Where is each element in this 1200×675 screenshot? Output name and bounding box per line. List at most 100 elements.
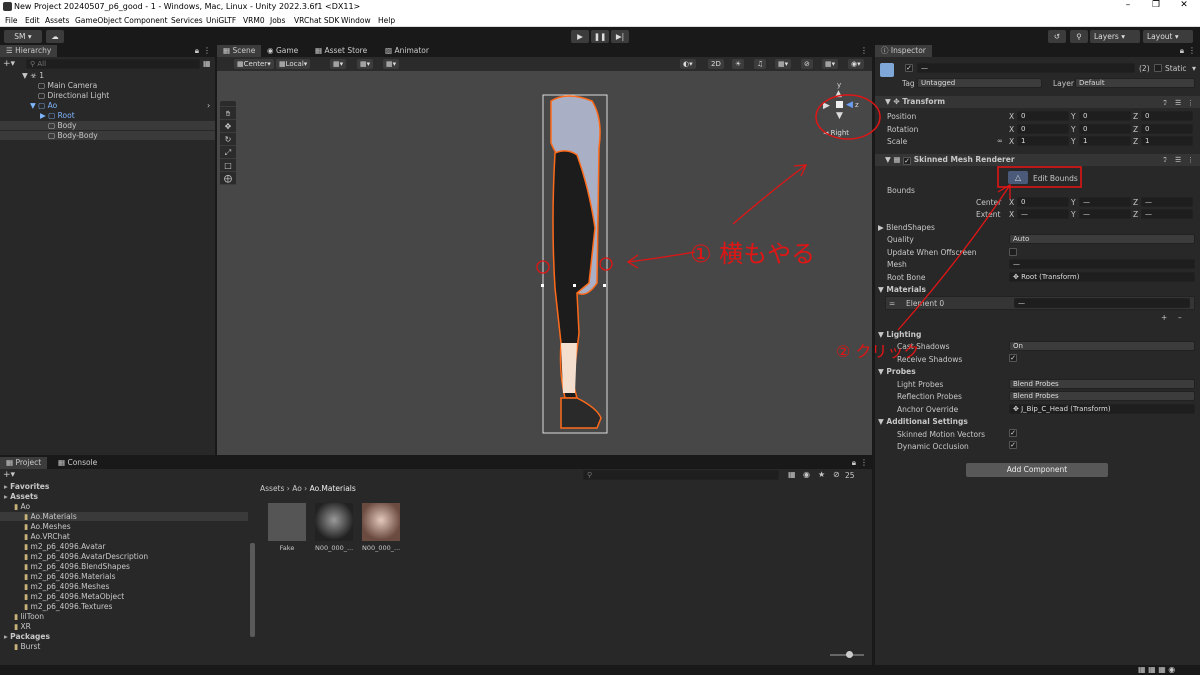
project-tree-item[interactable]: ▸ Favorites	[0, 482, 248, 491]
lock-icon[interactable]: 🔒︎	[1180, 46, 1184, 56]
project-tree-item[interactable]: ▮ m2_p6_4096.AvatarDescription	[0, 552, 248, 561]
tag-dropdown[interactable]: Untagged	[917, 78, 1042, 88]
bounds-extent-z-field[interactable]: —	[1141, 209, 1193, 219]
overlay-dropdown[interactable]: ▦▾	[383, 59, 400, 69]
close-icon[interactable]: ✕	[1170, 0, 1198, 10]
active-checkbox[interactable]: ✓	[905, 64, 913, 72]
gizmos-icon[interactable]: ◉▾	[848, 59, 864, 69]
lighting-foldout[interactable]: ▼ Lighting	[878, 330, 921, 339]
tab-console[interactable]: ▦ Console	[52, 457, 103, 469]
more-icon[interactable]: ⋮	[1188, 46, 1196, 55]
motion-vectors-checkbox[interactable]: ✓	[1009, 429, 1017, 437]
help-icon[interactable]: ❔︎	[1163, 99, 1167, 108]
pivot-dropdown[interactable]: ▦Center▾	[234, 59, 274, 69]
reflection-probes-dropdown[interactable]: Blend Probes	[1009, 391, 1195, 401]
help-icon[interactable]: ❔︎	[1163, 156, 1167, 165]
axis-label-y[interactable]: Y	[1071, 112, 1076, 121]
transform-rot-z-field[interactable]: 0	[1141, 124, 1193, 134]
filter-type-icon[interactable]: ▦	[788, 470, 796, 479]
tree-scrollbar[interactable]	[250, 543, 255, 637]
scene-viewport[interactable]: ✋︎ ✥ ↻ ⤢ □ ⨁ y ▲ ▶ ◀ z ▼ ◄ Right	[217, 71, 872, 455]
hierarchy-row-ao[interactable]: ▼ ▢ Ao	[30, 101, 57, 110]
axis-label-y[interactable]: Y	[1071, 137, 1076, 146]
mode-2d-button[interactable]: 2D	[708, 59, 724, 69]
menu-vrm0[interactable]: VRM0	[243, 16, 265, 25]
axis-label-x[interactable]: X	[1009, 137, 1014, 146]
element-0-field[interactable]: —	[1014, 298, 1190, 308]
filter-label-icon[interactable]: ◉	[803, 470, 810, 479]
project-tree-item[interactable]: ▮ Ao	[0, 502, 248, 511]
more-icon[interactable]: ⋮	[1187, 99, 1194, 107]
rotate-tool-icon[interactable]: ↻	[220, 133, 236, 146]
project-tree-item[interactable]: ▮ Ao.Meshes	[0, 522, 248, 531]
lighting-icon[interactable]: ☀	[732, 59, 745, 69]
light-probes-dropdown[interactable]: Blend Probes	[1009, 379, 1195, 389]
grid-snap-dropdown[interactable]: ▦▾	[330, 59, 347, 69]
tab-inspector[interactable]: ⓘ Inspector	[875, 45, 932, 57]
add-material-button[interactable]: +	[1161, 313, 1167, 322]
edit-bounds-button[interactable]: △	[1008, 171, 1028, 184]
scene-visibility-icon[interactable]: ▦	[203, 59, 211, 68]
additional-settings-foldout[interactable]: ▼ Additional Settings	[878, 417, 968, 426]
status-icons[interactable]: ▦ ▦ ▦ ◉	[1138, 665, 1175, 674]
blendshapes-foldout[interactable]: ▶ BlendShapes	[878, 223, 935, 232]
transform-scl-x-field[interactable]: 1	[1017, 136, 1069, 146]
mesh-field[interactable]: —	[1009, 259, 1195, 269]
menu-component[interactable]: Component	[124, 16, 168, 25]
hierarchy-search-input[interactable]: ⚲ All	[26, 59, 200, 69]
anchor-override-field[interactable]: ✥ J_Bip_C_Head (Transform)	[1009, 404, 1195, 414]
bounds-center-z-field[interactable]: —	[1141, 197, 1193, 207]
transform-header[interactable]: ▼ ✥ Transform	[875, 96, 1200, 108]
hierarchy-row-root[interactable]: ▶ ▢ Root	[40, 111, 75, 120]
step-button[interactable]: ▶|	[611, 30, 629, 43]
project-tree-item[interactable]: ▸ Assets	[0, 492, 248, 501]
root-bone-field[interactable]: ✥ Root (Transform)	[1009, 272, 1195, 282]
bounds-center-x-field[interactable]: 0	[1017, 197, 1069, 207]
tab-scene[interactable]: ▦ Scene	[217, 45, 262, 57]
menu-edit[interactable]: Edit	[25, 16, 40, 25]
layer-dropdown[interactable]: Default	[1075, 78, 1195, 88]
project-tree-item[interactable]: ▮ Burst	[0, 642, 248, 651]
tools-icon[interactable]: ▦▾	[822, 59, 839, 69]
lock-icon[interactable]: 🔒︎	[852, 458, 856, 468]
breadcrumb-assets[interactable]: Assets	[260, 484, 284, 493]
hidden-count-icon[interactable]: ⊘	[833, 470, 840, 479]
project-tree-item[interactable]: ▮ Ao.Materials	[0, 512, 248, 521]
grid-dropdown[interactable]: ▦▾	[357, 59, 374, 69]
project-tree-item[interactable]: ▮ m2_p6_4096.Avatar	[0, 542, 248, 551]
transform-rot-y-field[interactable]: 0	[1079, 124, 1131, 134]
transform-scl-y-field[interactable]: 1	[1079, 136, 1131, 146]
rect-tool-icon[interactable]: □	[220, 159, 236, 172]
axis-label-x[interactable]: X	[1009, 125, 1014, 134]
receive-shadows-checkbox[interactable]: ✓	[1009, 354, 1017, 362]
axis-label-z[interactable]: Z	[1133, 112, 1138, 121]
dynamic-occlusion-checkbox[interactable]: ✓	[1009, 441, 1017, 449]
component-enabled-checkbox[interactable]: ✓	[903, 157, 912, 165]
zoom-slider-knob[interactable]	[846, 651, 853, 658]
tab-game[interactable]: ◉ Game	[261, 45, 304, 57]
orientation-gizmo[interactable]: y ▲ ▶ ◀ z ▼ ◄ Right	[809, 79, 859, 139]
cast-shadows-dropdown[interactable]: On	[1009, 341, 1195, 351]
zoom-slider[interactable]	[830, 651, 864, 658]
transform-pos-z-field[interactable]: 0	[1141, 111, 1193, 121]
transform-tool-icon[interactable]: ⨁	[220, 172, 236, 185]
hand-tool-icon[interactable]: ✋︎	[220, 107, 236, 120]
more-icon[interactable]: ⋮	[1187, 156, 1194, 164]
axis-label-y[interactable]: Y	[1071, 125, 1076, 134]
hierarchy-row-body-body[interactable]: ▢ Body-Body	[0, 131, 215, 140]
move-tool-icon[interactable]: ✥	[220, 120, 236, 133]
more-icon[interactable]: ⋮	[203, 46, 211, 55]
layers-dropdown[interactable]: Layers ▾	[1090, 30, 1140, 43]
axis-label-x[interactable]: X	[1009, 112, 1014, 121]
drag-handle-icon[interactable]: =	[889, 299, 895, 308]
audio-icon[interactable]: ♫	[754, 59, 767, 69]
favorite-icon[interactable]: ★	[818, 470, 825, 479]
name-field[interactable]: —	[917, 63, 1135, 73]
breadcrumb-ao-materials[interactable]: Ao.Materials	[310, 484, 356, 493]
menu-vrchat-sdk[interactable]: VRChat SDK	[294, 16, 339, 25]
axis-label-z[interactable]: Z	[1133, 125, 1138, 134]
axis-label-y[interactable]: Y	[1071, 210, 1076, 219]
project-search-input[interactable]: ⚲	[583, 470, 779, 480]
axis-label-x[interactable]: X	[1009, 198, 1014, 207]
menu-file[interactable]: File	[5, 16, 18, 25]
